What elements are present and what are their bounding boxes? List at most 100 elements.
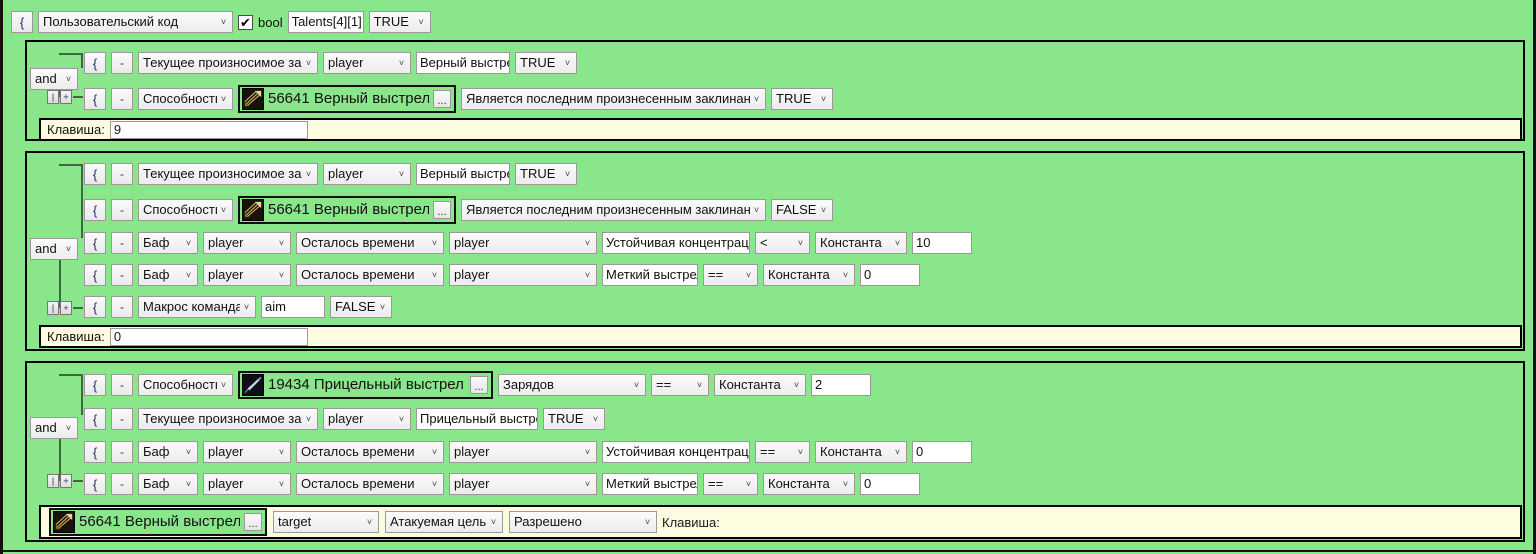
header-value-combo[interactable]: TRUE ˅ bbox=[368, 11, 431, 33]
condition-type-combo[interactable]: Баф ˅ bbox=[138, 232, 198, 254]
unit2-combo[interactable]: player ˅ bbox=[449, 441, 597, 463]
bool-combo[interactable]: FALSE ˅ bbox=[771, 199, 833, 221]
spell-name-field[interactable]: Верный выстрел bbox=[416, 163, 510, 185]
attribute-combo[interactable]: Осталось времени ˅ bbox=[296, 264, 444, 286]
tree-collapse-toggle[interactable]: | bbox=[47, 301, 59, 315]
operand-value-field[interactable]: 10 bbox=[912, 232, 972, 254]
unit2-combo[interactable]: player ˅ bbox=[449, 473, 597, 495]
operator-combo[interactable]: == ˅ bbox=[651, 374, 709, 396]
buff-name-field[interactable]: Меткий выстрел bbox=[602, 264, 698, 286]
bool-combo[interactable]: TRUE ˅ bbox=[515, 163, 577, 185]
action-key-input[interactable] bbox=[726, 511, 924, 533]
action-permission-combo[interactable]: Разрешено ˅ bbox=[509, 511, 657, 533]
row-brace-button[interactable]: { bbox=[84, 374, 106, 396]
spell-picker[interactable]: 56641 Верный выстрел ... bbox=[238, 196, 456, 224]
header-type-combo[interactable]: Пользовательский код ˅ bbox=[38, 11, 233, 33]
row-brace-button[interactable]: { bbox=[84, 163, 106, 185]
spell-browse-button[interactable]: ... bbox=[244, 513, 262, 531]
tree-collapse-toggle[interactable]: | bbox=[47, 474, 59, 488]
row-brace-button[interactable]: { bbox=[84, 473, 106, 495]
row-brace-button[interactable]: { bbox=[84, 264, 106, 286]
row-remove-button[interactable]: - bbox=[111, 441, 133, 463]
buff-name-field[interactable]: Устойчивая концентрация bbox=[602, 441, 750, 463]
unit-combo[interactable]: player ˅ bbox=[203, 473, 291, 495]
operand-type-combo[interactable]: Константа ˅ bbox=[815, 441, 907, 463]
header-variable-field[interactable]: Talents[4][1] bbox=[287, 11, 364, 33]
operand-type-combo[interactable]: Константа ˅ bbox=[815, 232, 907, 254]
condition-type-combo[interactable]: Способность ˅ bbox=[138, 88, 233, 110]
row-remove-button[interactable]: - bbox=[111, 88, 133, 110]
row-brace-button[interactable]: { bbox=[84, 52, 106, 74]
spell-property-combo[interactable]: Зарядов ˅ bbox=[498, 374, 646, 396]
unit2-combo[interactable]: player ˅ bbox=[449, 264, 597, 286]
unit-combo[interactable]: player ˅ bbox=[203, 232, 291, 254]
macro-text-field[interactable]: aim bbox=[261, 296, 325, 318]
tree-expand-toggle[interactable]: + bbox=[60, 474, 72, 488]
condition-type-combo[interactable]: Баф ˅ bbox=[138, 264, 198, 286]
spell-picker[interactable]: 56641 Верный выстрел ... bbox=[238, 85, 456, 113]
condition-type-combo[interactable]: Текущее произносимое заклинание ˅ bbox=[138, 52, 318, 74]
operand-type-combo[interactable]: Константа ˅ bbox=[763, 264, 855, 286]
tree-collapse-toggle[interactable]: | bbox=[47, 90, 59, 104]
condition-type-combo[interactable]: Способность ˅ bbox=[138, 374, 233, 396]
operator-combo[interactable]: == ˅ bbox=[703, 264, 758, 286]
row-brace-button[interactable]: { bbox=[84, 296, 106, 318]
operand-type-combo[interactable]: Константа ˅ bbox=[714, 374, 806, 396]
action-spell-picker[interactable]: 56641 Верный выстрел ... bbox=[49, 508, 267, 536]
spell-browse-button[interactable]: ... bbox=[433, 90, 451, 108]
spell-name-field[interactable]: Верный выстрел bbox=[416, 52, 510, 74]
action-target-combo[interactable]: target ˅ bbox=[273, 511, 379, 533]
tree-expand-toggle[interactable]: + bbox=[60, 301, 72, 315]
row-brace-button[interactable]: { bbox=[84, 408, 106, 430]
action-target-type-combo[interactable]: Атакуемая цель ˅ bbox=[385, 511, 503, 533]
logic-operator-combo-2[interactable]: and ˅ bbox=[30, 238, 78, 260]
unit-combo[interactable]: player ˅ bbox=[323, 408, 411, 430]
buff-name-field[interactable]: Меткий выстрел bbox=[602, 473, 698, 495]
unit2-combo[interactable]: player ˅ bbox=[449, 232, 597, 254]
row-remove-button[interactable]: - bbox=[111, 374, 133, 396]
unit-combo[interactable]: player ˅ bbox=[203, 264, 291, 286]
row-brace-button[interactable]: { bbox=[84, 232, 106, 254]
operand-value-field[interactable]: 0 bbox=[860, 473, 920, 495]
row-brace-button[interactable]: { bbox=[84, 88, 106, 110]
row-remove-button[interactable]: - bbox=[111, 232, 133, 254]
condition-type-combo[interactable]: Баф ˅ bbox=[138, 473, 198, 495]
bool-combo[interactable]: TRUE ˅ bbox=[543, 408, 605, 430]
row-remove-button[interactable]: - bbox=[111, 264, 133, 286]
condition-type-combo[interactable]: Текущее произносимое заклинание ˅ bbox=[138, 408, 318, 430]
operator-combo[interactable]: == ˅ bbox=[703, 473, 758, 495]
bool-combo[interactable]: FALSE ˅ bbox=[330, 296, 392, 318]
operand-value-field[interactable]: 2 bbox=[811, 374, 871, 396]
logic-operator-combo-1[interactable]: and ˅ bbox=[30, 68, 78, 90]
key-input[interactable]: 0 bbox=[109, 327, 308, 346]
condition-type-combo[interactable]: Текущее произносимое заклинание ˅ bbox=[138, 163, 318, 185]
row-remove-button[interactable]: - bbox=[111, 473, 133, 495]
operand-value-field[interactable]: 0 bbox=[860, 264, 920, 286]
attribute-combo[interactable]: Осталось времени ˅ bbox=[296, 232, 444, 254]
spell-browse-button[interactable]: ... bbox=[433, 201, 451, 219]
operand-type-combo[interactable]: Константа ˅ bbox=[763, 473, 855, 495]
spell-property-combo[interactable]: Является последним произнесенным заклина… bbox=[461, 199, 766, 221]
row-remove-button[interactable]: - bbox=[111, 163, 133, 185]
spell-property-combo[interactable]: Является последним произнесенным заклина… bbox=[461, 88, 766, 110]
attribute-combo[interactable]: Осталось времени ˅ bbox=[296, 473, 444, 495]
logic-operator-combo-3[interactable]: and ˅ bbox=[30, 417, 78, 439]
key-input[interactable]: 9 bbox=[109, 120, 308, 139]
condition-type-combo[interactable]: Способность ˅ bbox=[138, 199, 233, 221]
spell-picker[interactable]: 19434 Прицельный выстрел ... bbox=[238, 371, 493, 399]
operand-value-field[interactable]: 0 bbox=[912, 441, 972, 463]
header-checkbox[interactable]: ✔ bbox=[238, 14, 253, 30]
row-brace-button[interactable]: { bbox=[84, 441, 106, 463]
unit-combo[interactable]: player ˅ bbox=[323, 52, 411, 74]
bool-combo[interactable]: TRUE ˅ bbox=[515, 52, 577, 74]
condition-type-combo[interactable]: Макрос команда ˅ bbox=[138, 296, 256, 318]
header-brace-button[interactable]: { bbox=[11, 11, 33, 33]
operator-combo[interactable]: < ˅ bbox=[755, 232, 810, 254]
row-remove-button[interactable]: - bbox=[111, 199, 133, 221]
row-remove-button[interactable]: - bbox=[111, 408, 133, 430]
row-brace-button[interactable]: { bbox=[84, 199, 106, 221]
row-remove-button[interactable]: - bbox=[111, 52, 133, 74]
tree-expand-toggle[interactable]: + bbox=[60, 90, 72, 104]
operator-combo[interactable]: == ˅ bbox=[755, 441, 810, 463]
buff-name-field[interactable]: Устойчивая концентрация bbox=[602, 232, 750, 254]
